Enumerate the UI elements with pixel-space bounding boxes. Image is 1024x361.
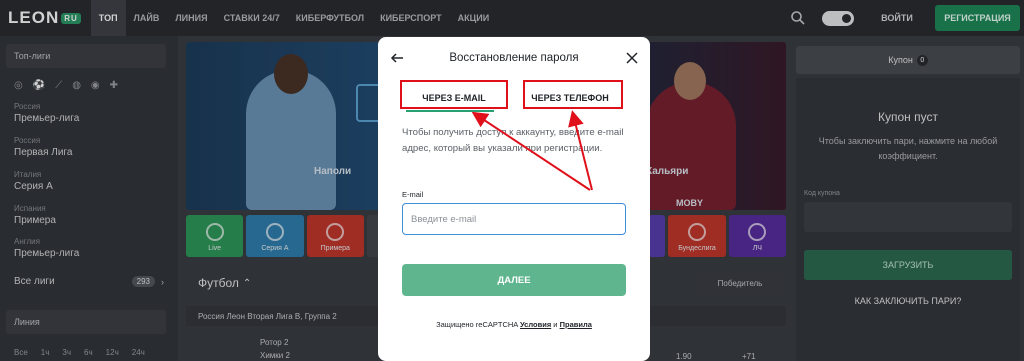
recaptcha-prefix: Защищено reCAPTCHA — [436, 320, 518, 329]
recaptcha-notice: Защищено reCAPTCHA Условия и Правила — [378, 320, 650, 329]
phone-tab-highlight — [523, 80, 623, 109]
close-icon[interactable] — [626, 52, 638, 64]
recaptcha-and: и — [553, 320, 558, 329]
next-button[interactable]: ДАЛЕЕ — [402, 264, 626, 296]
recaptcha-terms-link[interactable]: Условия — [520, 320, 551, 329]
email-label: E-mail — [402, 190, 424, 199]
email-tab-highlight — [400, 80, 508, 109]
modal-title: Восстановление пароля — [449, 52, 579, 64]
modal-description: Чтобы получить доступ к аккаунту, введит… — [402, 127, 624, 154]
active-tab-indicator — [406, 110, 494, 112]
email-input[interactable] — [402, 203, 626, 235]
recaptcha-privacy-link[interactable]: Правила — [560, 320, 592, 329]
